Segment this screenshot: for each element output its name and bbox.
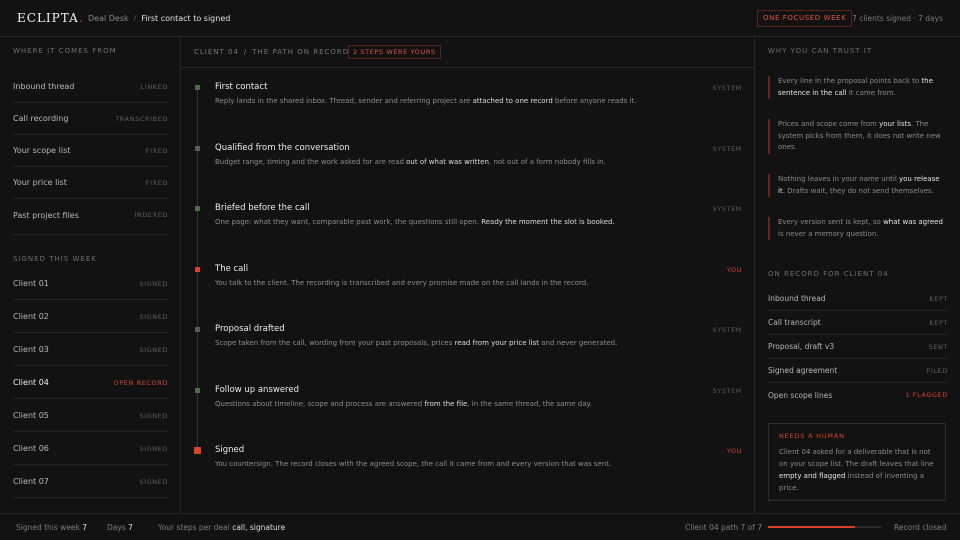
step-owner: SYSTEM (712, 145, 742, 153)
step-description: You countersign. The record closes with … (215, 460, 612, 468)
record-call-transcript[interactable]: Call transcript KEPT (768, 311, 948, 335)
record-proposal-draft[interactable]: Proposal, draft v3 SENT (768, 335, 948, 359)
step-description: Budget range, timing and the work asked … (215, 158, 606, 166)
system-marker-icon (195, 327, 200, 332)
status-badge: FILED (926, 366, 948, 375)
status-badge: TRANSCRIBED (115, 114, 168, 123)
focus-week-badge: ONE FOCUSED WEEK (757, 10, 853, 27)
needs-human-text: Client 04 asked for a deliverable that i… (779, 448, 934, 492)
source-scope-list[interactable]: Your scope list FIXED (13, 135, 168, 167)
top-bar: ECLIPTA. Deal Desk / First contact to sign… (0, 0, 960, 37)
step-owner: SYSTEM (712, 84, 742, 92)
step-description: One page: what they want, comparable pas… (215, 218, 615, 226)
trust-heading: WHY YOU CAN TRUST IT (768, 47, 873, 55)
record-closed-status: Record closed (894, 523, 947, 532)
path-header: CLIENT 04/THE PATH ON RECORD 2 STEPS WER… (181, 37, 755, 68)
path-progress-bar (768, 526, 881, 528)
status-badge: FIXED (145, 178, 168, 187)
step-owner: YOU (726, 447, 742, 455)
record-open-scope-lines[interactable]: Open scope lines 1 FLAGGED (768, 383, 948, 407)
trust-point: Nothing leaves in your name until you re… (768, 174, 948, 197)
step-signed[interactable]: Signed You countersign. The record close… (181, 439, 755, 499)
step-owner: SYSTEM (712, 326, 742, 334)
path-progress-fill (768, 526, 855, 528)
client-row-05[interactable]: Client 05 SIGNED (13, 400, 168, 432)
step-description: Questions about timeline, scope and proc… (215, 400, 592, 408)
status-badge: LINKED (140, 82, 168, 91)
brand-logo[interactable]: ECLIPTA. (17, 11, 84, 25)
status-badge: 1 FLAGGED (905, 391, 948, 399)
path-progress-label: Client 04 path 7 of 7 (685, 523, 763, 532)
system-marker-icon (195, 388, 200, 393)
status-badge: SIGNED (139, 345, 168, 354)
needs-human-alert[interactable]: NEEDS A HUMAN Client 04 asked for a deli… (768, 423, 946, 501)
step-owner: SYSTEM (712, 205, 742, 213)
record-heading: ON RECORD FOR CLIENT 04 (768, 270, 889, 278)
client-row-04[interactable]: Client 04 OPEN RECORD (13, 367, 168, 399)
step-owner: YOU (726, 266, 742, 274)
deal-path-panel: CLIENT 04/THE PATH ON RECORD 2 STEPS WER… (181, 37, 755, 513)
source-past-project-files[interactable]: Past project files INDEXED (13, 199, 168, 231)
client-row-02[interactable]: Client 02 SIGNED (13, 301, 168, 333)
status-badge: SIGNED (139, 411, 168, 420)
system-marker-icon (195, 146, 200, 151)
client-row-03[interactable]: Client 03 SIGNED (13, 334, 168, 366)
trust-point: Every line in the proposal points back t… (768, 76, 948, 99)
source-call-recording[interactable]: Call recording TRANSCRIBED (13, 103, 168, 135)
status-badge: SIGNED (139, 279, 168, 288)
needs-human-label: NEEDS A HUMAN (779, 432, 845, 440)
step-proposal-drafted[interactable]: Proposal drafted Scope taken from the ca… (181, 318, 755, 378)
step-first-contact[interactable]: First contact Reply lands in the shared … (181, 76, 755, 136)
step-description: You talk to the client. The recording is… (215, 279, 589, 287)
status-badge: KEPT (929, 294, 948, 303)
record-inbound-thread[interactable]: Inbound thread KEPT (768, 287, 948, 311)
step-qualified[interactable]: Qualified from the conversation Budget r… (181, 137, 755, 197)
status-badge: INDEXED (134, 211, 168, 219)
left-sidebar: WHERE IT COMES FROM Inbound thread LINKE… (0, 37, 181, 513)
your-steps: Your steps per deal call, signature (158, 523, 286, 532)
right-sidebar: WHY YOU CAN TRUST IT Every line in the p… (755, 37, 960, 513)
breadcrumb: Deal Desk / First contact to signed (88, 14, 231, 23)
days-count: Days 7 (107, 523, 133, 532)
source-inbound-thread[interactable]: Inbound thread LINKED (13, 71, 168, 103)
step-briefed[interactable]: Briefed before the call One page: what t… (181, 197, 755, 257)
client-row-01[interactable]: Client 01 SIGNED (13, 268, 168, 300)
signed-count: Signed this week 7 (16, 523, 88, 532)
breadcrumb-current: First contact to signed (141, 14, 231, 23)
step-description: Scope taken from the call, wording from … (215, 339, 618, 347)
section-divider (13, 234, 168, 235)
step-follow-up[interactable]: Follow up answered Questions about timel… (181, 379, 755, 439)
step-owner: SYSTEM (712, 387, 742, 395)
path-title: CLIENT 04/THE PATH ON RECORD (194, 48, 350, 56)
steps-yours-badge: 2 STEPS WERE YOURS (348, 45, 441, 59)
breadcrumb-parent[interactable]: Deal Desk (88, 14, 129, 23)
client-row-06[interactable]: Client 06 SIGNED (13, 433, 168, 465)
status-badge: SIGNED (139, 312, 168, 321)
status-badge: SIGNED (139, 477, 168, 486)
status-badge: OPEN RECORD (113, 378, 168, 387)
system-marker-icon (195, 85, 200, 90)
status-badge: KEPT (929, 318, 948, 327)
record-signed-agreement[interactable]: Signed agreement FILED (768, 359, 948, 383)
user-marker-icon (195, 267, 200, 272)
user-marker-icon (194, 447, 201, 454)
step-description: Reply lands in the shared inbox. Thread,… (215, 97, 637, 105)
status-badge: FIXED (145, 146, 168, 155)
week-summary: 7 clients signed · 7 days (852, 14, 943, 23)
step-the-call[interactable]: The call You talk to the client. The rec… (181, 258, 755, 318)
source-price-list[interactable]: Your price list FIXED (13, 167, 168, 199)
sources-heading: WHERE IT COMES FROM (13, 47, 117, 55)
status-bar: Signed this week 7 Days 7 Your steps per… (0, 513, 960, 540)
status-badge: SIGNED (139, 444, 168, 453)
status-badge: SENT (928, 342, 948, 351)
system-marker-icon (195, 206, 200, 211)
trust-point: Prices and scope come from your lists. T… (768, 119, 948, 154)
client-row-07[interactable]: Client 07 SIGNED (13, 466, 168, 498)
trust-point: Every version sent is kept, so what was … (768, 217, 948, 240)
signed-heading: SIGNED THIS WEEK (13, 255, 97, 263)
